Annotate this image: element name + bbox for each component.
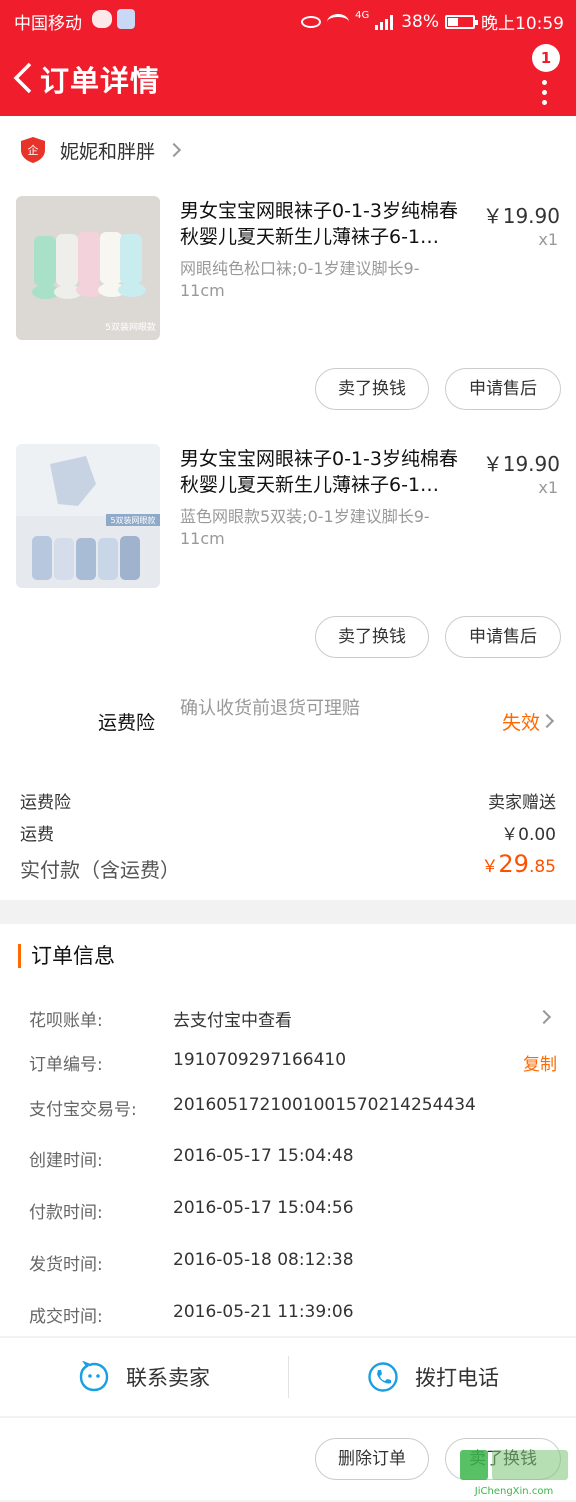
more-menu-icon[interactable] bbox=[542, 80, 548, 110]
site-watermark: JiChengXin.com bbox=[458, 1446, 572, 1498]
fee-row-insurance: 运费险 卖家赠送 bbox=[20, 793, 556, 813]
fee-row-shipping: 运费 ￥0.00 bbox=[20, 825, 556, 845]
carrier-label: 中国移动 bbox=[14, 14, 82, 34]
wechat-icon bbox=[92, 10, 112, 28]
completed-time-row: 成交时间: 2016-05-21 11:39:06 bbox=[29, 1302, 354, 1327]
order-number-row: 订单编号: 1910709297166410 复制 bbox=[29, 1050, 557, 1075]
product-price: ￥19.90 bbox=[482, 204, 560, 228]
product-quantity: x1 bbox=[538, 478, 558, 497]
eye-comfort-icon bbox=[301, 15, 322, 28]
product-image: 5双装网眼款 bbox=[16, 196, 160, 340]
svg-text:企: 企 bbox=[28, 143, 39, 157]
contact-seller-button[interactable]: 联系卖家 bbox=[0, 1338, 288, 1416]
contact-seller-label: 联系卖家 bbox=[126, 1366, 210, 1390]
signal-icon bbox=[375, 14, 395, 30]
sell-for-cash-button[interactable]: 卖了换钱 bbox=[315, 616, 429, 658]
call-phone-button[interactable]: 拨打电话 bbox=[289, 1338, 576, 1416]
back-arrow-icon[interactable] bbox=[12, 62, 34, 94]
image-caption: 5双装网眼款 bbox=[105, 321, 156, 333]
chevron-right-icon bbox=[536, 1009, 552, 1025]
after-sales-button[interactable]: 申请售后 bbox=[445, 368, 561, 410]
delete-order-button[interactable]: 删除订单 bbox=[315, 1438, 429, 1480]
battery-percent: 38% bbox=[401, 11, 439, 32]
phone-icon bbox=[368, 1362, 398, 1392]
copy-button[interactable]: 复制 bbox=[523, 1050, 557, 1075]
huabei-row[interactable]: 花呗账单: 去支付宝中查看 bbox=[29, 1006, 559, 1031]
product-spec: 蓝色网眼款5双装;0-1岁建议脚长9-11cm bbox=[180, 507, 430, 548]
network-type: 4G bbox=[355, 10, 370, 21]
enterprise-shop-icon: 企 bbox=[21, 137, 45, 163]
contact-bar: 联系卖家 拨打电话 bbox=[0, 1338, 576, 1416]
paid-time-row: 付款时间: 2016-05-17 15:04:56 bbox=[29, 1198, 354, 1223]
svg-text:JiChengXin.com: JiChengXin.com bbox=[474, 1486, 553, 1497]
created-time-row: 创建时间: 2016-05-17 15:04:48 bbox=[29, 1146, 354, 1171]
product-image: 5双装网眼款 bbox=[16, 444, 160, 588]
product-name: 男女宝宝网眼袜子0-1-3岁纯棉春秋婴儿夏天新生儿薄袜子6-1… bbox=[180, 200, 458, 248]
chevron-right-icon bbox=[166, 142, 182, 158]
app-notification-icon bbox=[117, 9, 135, 29]
notification-badge: 1 bbox=[532, 44, 560, 72]
nav-bar: 订单详情 1 bbox=[0, 40, 576, 116]
shop-name: 妮妮和胖胖 bbox=[60, 140, 156, 163]
order-info-heading: 订单信息 bbox=[18, 944, 115, 968]
product-name: 男女宝宝网眼袜子0-1-3岁纯棉春秋婴儿夏天新生儿薄袜子6-1… bbox=[180, 448, 458, 496]
insurance-label: 运费险 bbox=[98, 712, 156, 734]
product-price: ￥19.90 bbox=[482, 452, 560, 476]
total-amount: ￥29.85 bbox=[481, 850, 556, 878]
order-item[interactable]: 5双装网眼款 男女宝宝网眼袜子0-1-3岁纯棉春秋婴儿夏天新生儿薄袜子6-1… … bbox=[0, 444, 576, 594]
product-spec: 网眼纯色松口袜;0-1岁建议脚长9-11cm bbox=[180, 259, 420, 300]
shipping-insurance-row[interactable]: 运费险 确认收货前退货可理赔 失效 bbox=[0, 696, 576, 766]
status-bar: 中国移动 4G 38% 晚上10:59 bbox=[0, 0, 576, 40]
order-info-card: 订单信息 花呗账单: 去支付宝中查看 订单编号: 191070929716641… bbox=[0, 924, 576, 1336]
chevron-right-icon bbox=[539, 713, 555, 729]
order-items-card: 企 妮妮和胖胖 5双装网眼款 男女宝宝网眼袜子0-1-3岁纯棉春秋婴儿夏天新生儿… bbox=[0, 116, 576, 900]
insurance-status: 失效 bbox=[501, 712, 540, 734]
insurance-description: 确认收货前退货可理赔 bbox=[180, 698, 360, 719]
total-paid-row: 实付款（含运费） ￥29.85 bbox=[20, 850, 556, 883]
wifi-icon bbox=[327, 13, 350, 30]
sell-for-cash-button[interactable]: 卖了换钱 bbox=[315, 368, 429, 410]
chat-face-icon bbox=[79, 1361, 109, 1392]
call-phone-label: 拨打电话 bbox=[415, 1366, 499, 1390]
order-item[interactable]: 5双装网眼款 男女宝宝网眼袜子0-1-3岁纯棉春秋婴儿夏天新生儿薄袜子6-1… … bbox=[0, 196, 576, 346]
after-sales-button[interactable]: 申请售后 bbox=[445, 616, 561, 658]
order-number: 1910709297166410 bbox=[173, 1050, 347, 1070]
product-quantity: x1 bbox=[538, 230, 558, 249]
shop-header[interactable]: 企 妮妮和胖胖 bbox=[20, 136, 182, 164]
alipay-trade-row: 支付宝交易号: 2016051721001001570214254434 bbox=[29, 1095, 476, 1120]
image-caption: 5双装网眼款 bbox=[110, 515, 155, 525]
page-title: 订单详情 bbox=[40, 64, 161, 98]
shipped-time-row: 发货时间: 2016-05-18 08:12:38 bbox=[29, 1250, 354, 1275]
clock: 晚上10:59 bbox=[481, 14, 564, 34]
total-label: 实付款（含运费） bbox=[20, 858, 180, 882]
battery-icon bbox=[445, 14, 478, 29]
